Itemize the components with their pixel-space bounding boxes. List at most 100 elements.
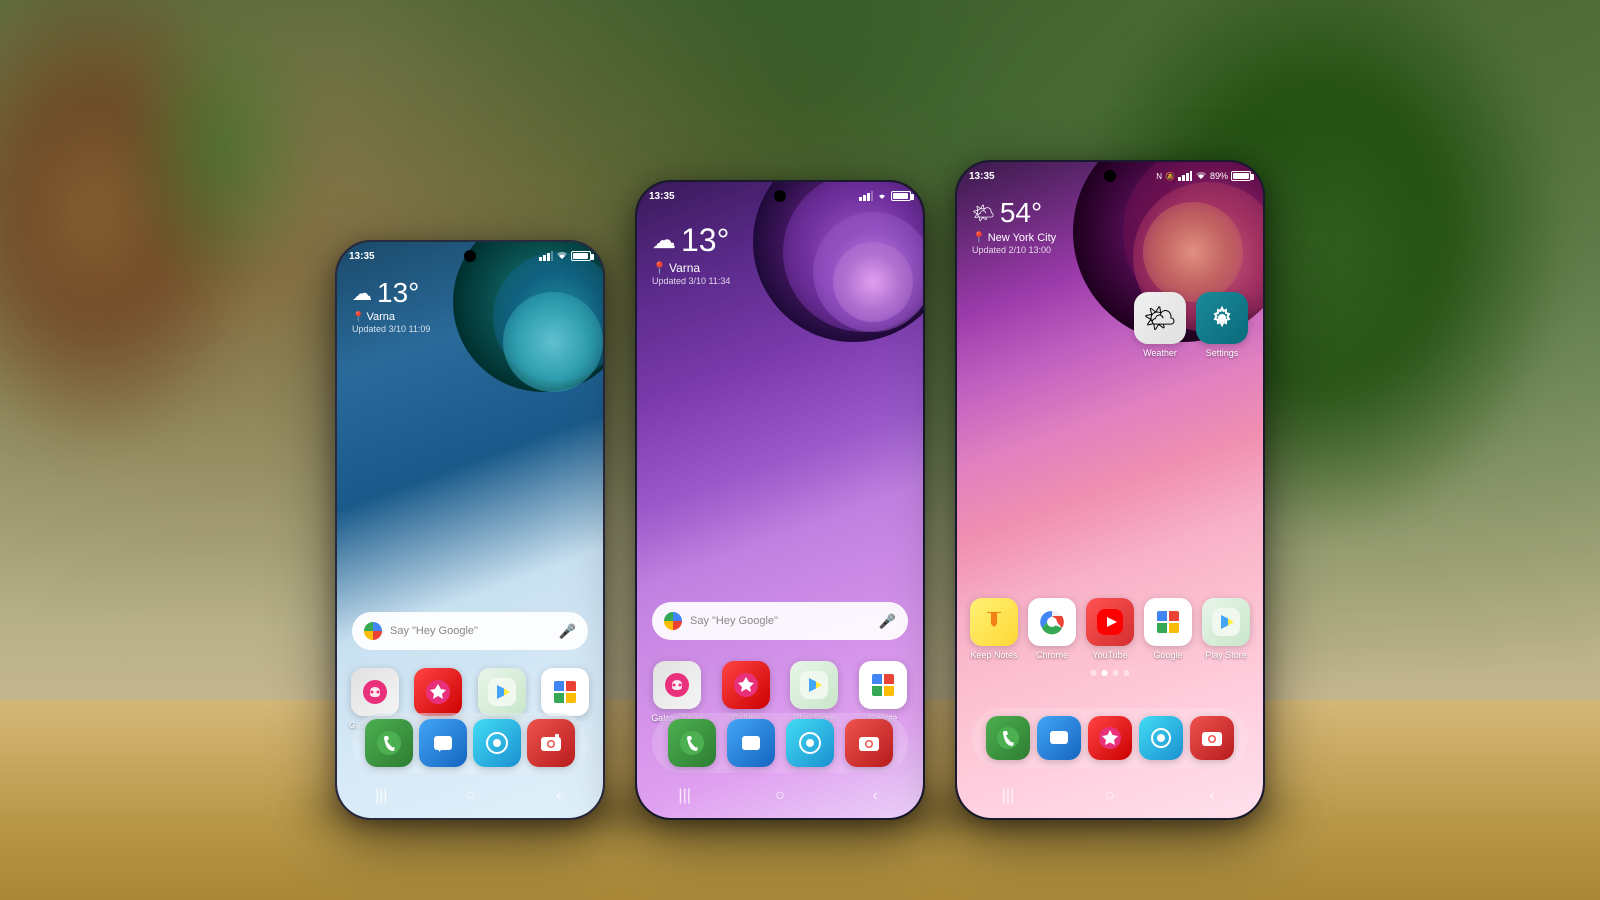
samsung-icon-left (473, 719, 521, 767)
camera-icon-middle (845, 719, 893, 767)
battery-icon-right (1231, 171, 1251, 181)
play-store-label-right: Play Store (1205, 650, 1247, 660)
nav-back-right[interactable]: ‹ (1197, 781, 1227, 811)
dot-1-right (1091, 670, 1097, 676)
app-play-store-right[interactable]: Play Store (1200, 598, 1252, 660)
keep-icon-right (970, 598, 1018, 646)
dock-messages-middle[interactable] (725, 719, 777, 767)
weather-updated-right: Updated 2/10 13:00 (972, 245, 1056, 255)
phone-icon-left (365, 719, 413, 767)
google-label-right: Google (1153, 650, 1182, 660)
page-dots-right (1091, 670, 1130, 676)
status-icons-middle (859, 191, 911, 201)
signal-icon-middle (859, 191, 873, 201)
dock-middle (652, 713, 908, 773)
keep-label-right: Keep Notes (970, 650, 1017, 660)
dock-phone-left[interactable] (363, 719, 415, 767)
dock-gallery-right[interactable] (1084, 716, 1135, 760)
dock-messages-right[interactable] (1033, 716, 1084, 760)
dock-messages-left[interactable] (417, 719, 469, 767)
status-time-right: 13:35 (969, 171, 995, 182)
status-time-left: 13:35 (349, 251, 375, 262)
nav-recents-middle[interactable]: ||| (670, 781, 700, 811)
weather-icon-left: ☁ (352, 281, 372, 306)
gallery-icon-right (1088, 716, 1132, 760)
phone-middle: 13:35 ☁ 13° (635, 180, 925, 820)
weather-right: 🌤 54° 📍 New York City Updated 2/10 13:00 (972, 197, 1056, 255)
nav-back-left[interactable]: ‹ (544, 781, 574, 811)
dock-samsung-left[interactable] (471, 719, 523, 767)
nav-home-right[interactable]: ○ (1095, 781, 1125, 811)
weather-middle: ☁ 13° 📍 Varna Updated 3/10 11:34 (652, 222, 730, 286)
weather-icon-middle: ☁ (652, 226, 676, 255)
phones-container: 13:35 ☁ 13° (335, 160, 1265, 820)
flower-decor-left (413, 242, 603, 492)
weather-left: ☁ 13° 📍 Varna Updated 3/10 11:09 (352, 277, 430, 334)
app-chrome-right[interactable]: Chrome (1026, 598, 1078, 660)
nfc-icon-right: N (1156, 172, 1162, 181)
mic-icon-middle[interactable]: 🎤 (879, 613, 896, 630)
dot-2-right (1102, 670, 1108, 676)
app-settings-right[interactable]: Settings (1196, 292, 1248, 358)
google-icon-middle (859, 661, 907, 709)
search-bar-left[interactable]: Say "Hey Google" 🎤 (352, 612, 588, 650)
nav-bar-right: ||| ○ ‹ (957, 778, 1263, 813)
nav-home-middle[interactable]: ○ (765, 781, 795, 811)
messages-icon-middle (727, 719, 775, 767)
wifi-icon-middle (876, 191, 888, 201)
wifi-icon-left (556, 251, 568, 261)
weather-app-icon-right: 🌤 (1134, 292, 1186, 344)
google-icon-left (541, 668, 589, 716)
status-time-middle: 13:35 (649, 191, 675, 202)
app-google-right[interactable]: Google (1142, 598, 1194, 660)
app-weather-right[interactable]: 🌤 Weather (1134, 292, 1186, 358)
phone-left-screen: 13:35 ☁ 13° (337, 242, 603, 818)
dock-camera-right[interactable] (1187, 716, 1238, 760)
weather-temp-right: 🌤 54° (972, 197, 1056, 229)
battery-icon-left (571, 251, 591, 261)
nav-back-middle[interactable]: ‹ (860, 781, 890, 811)
search-bar-middle[interactable]: Say "Hey Google" 🎤 (652, 602, 908, 640)
dock-camera-middle[interactable] (843, 719, 895, 767)
nav-bar-middle: ||| ○ ‹ (637, 778, 923, 813)
dock-samsung-middle[interactable] (784, 719, 836, 767)
apps-row-right: Keep Notes (965, 598, 1255, 660)
battery-pct-right: 89% (1210, 171, 1228, 181)
weather-updated-left: Updated 3/10 11:09 (352, 324, 430, 334)
dock-samsung-right[interactable] (1136, 716, 1187, 760)
messages-icon-left (419, 719, 467, 767)
phone-middle-screen: 13:35 ☁ 13° (637, 182, 923, 818)
flower-decor-middle (713, 182, 923, 452)
phone-right-screen: 13:35 N 🔕 89% (957, 162, 1263, 818)
nav-recents-right[interactable]: ||| (993, 781, 1023, 811)
weather-location-left: 📍 Varna (352, 311, 430, 323)
app-keep-right[interactable]: Keep Notes (968, 598, 1020, 660)
samsung-icon-right (1139, 716, 1183, 760)
weather-location-right: 📍 New York City (972, 231, 1056, 244)
phone-icon-right (986, 716, 1030, 760)
play-store-icon-left (478, 668, 526, 716)
weather-updated-middle: Updated 3/10 11:34 (652, 276, 730, 286)
weather-temp-middle: ☁ 13° (652, 222, 730, 259)
dot-3-right (1113, 670, 1119, 676)
phone-right: 13:35 N 🔕 89% (955, 160, 1265, 820)
dot-4-right (1124, 670, 1130, 676)
gallery-icon-left (414, 668, 462, 716)
galaxy-store-icon-left (351, 668, 399, 716)
dock-camera-left[interactable] (525, 719, 577, 767)
top-apps-right: 🌤 Weather Settings (1134, 292, 1248, 358)
nav-recents-left[interactable]: ||| (366, 781, 396, 811)
dock-phone-right[interactable] (982, 716, 1033, 760)
app-youtube-right[interactable]: YouTube (1084, 598, 1136, 660)
dock-right (972, 708, 1248, 768)
mic-icon-left[interactable]: 🎤 (559, 623, 576, 640)
galaxy-store-icon-middle (653, 661, 701, 709)
nav-home-left[interactable]: ○ (455, 781, 485, 811)
camera-icon-left (527, 719, 575, 767)
settings-label-right: Settings (1206, 348, 1239, 358)
weather-temp-left: ☁ 13° (352, 277, 430, 309)
punch-hole-left (464, 250, 476, 262)
dock-phone-middle[interactable] (666, 719, 718, 767)
signal-icon-right (1178, 171, 1192, 181)
youtube-label-right: YouTube (1092, 650, 1127, 660)
